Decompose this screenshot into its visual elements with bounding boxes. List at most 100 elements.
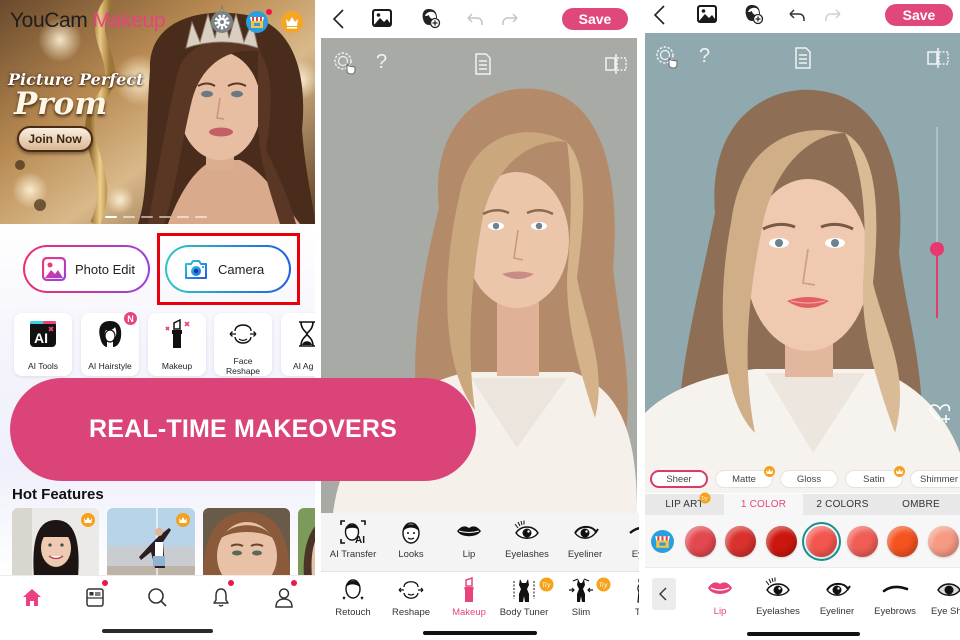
retouch-icon	[339, 577, 367, 603]
gallery-image-icon[interactable]	[371, 7, 393, 29]
bell-notification-dot	[228, 580, 234, 586]
tool-label: Eyelashes	[505, 549, 549, 560]
profile-icon[interactable]	[273, 586, 295, 608]
join-now-button[interactable]: Join Now	[17, 126, 93, 152]
save-button[interactable]: Save	[885, 4, 953, 26]
premium-crown-icon[interactable]	[281, 11, 303, 33]
tool-lip[interactable]: Lip	[440, 519, 498, 560]
undo-icon[interactable]	[785, 4, 807, 26]
tool-eyeliner[interactable]: Eyeliner	[808, 576, 866, 617]
tab-2-colors[interactable]: 2 COLORS	[803, 494, 882, 515]
home-indicator[interactable]	[747, 632, 860, 636]
news-icon[interactable]	[84, 586, 106, 608]
tool-eye-shadow-partial[interactable]: Eye Sha	[920, 576, 960, 617]
gallery-image-icon[interactable]	[696, 3, 718, 25]
tool-eyebrows[interactable]: Eyebrows	[866, 576, 924, 617]
compare-icon[interactable]	[926, 46, 950, 70]
category-row: Retouch Reshape Makeup Body Tuner Try Sl…	[321, 573, 639, 625]
feature-tile-face-reshape[interactable]: Face Reshape	[214, 313, 272, 376]
back-chevron-icon[interactable]	[328, 8, 350, 30]
editing-photo[interactable]: ?	[645, 33, 960, 493]
add-face-icon[interactable]	[742, 3, 764, 25]
add-face-icon[interactable]	[419, 7, 441, 29]
carousel-indicator[interactable]	[123, 216, 135, 218]
tool-eyebrows-partial[interactable]: Eyel	[612, 519, 639, 560]
tool-looks[interactable]: Looks	[382, 519, 440, 560]
lip-swatch[interactable]	[846, 526, 878, 557]
search-icon[interactable]	[146, 586, 168, 608]
favorite-add-heart-icon[interactable]	[928, 401, 952, 425]
save-button[interactable]: Save	[562, 8, 628, 30]
feature-label: Makeup	[161, 361, 193, 371]
lip-swatch[interactable]	[801, 522, 841, 561]
undo-icon[interactable]	[463, 8, 485, 30]
tool-label: Lip	[713, 606, 727, 617]
finish-chip-gloss[interactable]: Gloss	[780, 470, 838, 488]
intensity-slider-fill	[936, 249, 938, 318]
document-icon[interactable]	[791, 46, 815, 70]
carousel-indicator[interactable]	[105, 216, 117, 218]
home-icon[interactable]	[21, 586, 43, 608]
store-notification-dot	[266, 9, 272, 15]
tab-lip-art[interactable]: LIP ART	[645, 494, 724, 515]
chip-label: Shimmer	[919, 473, 958, 485]
redo-icon[interactable]	[500, 8, 522, 30]
color-store-icon[interactable]	[651, 530, 674, 553]
lip-swatch[interactable]	[724, 526, 756, 557]
home-indicator[interactable]	[423, 631, 537, 635]
editor-top-bar: Save	[645, 0, 960, 33]
tool-eyeliner[interactable]: Eyeliner	[556, 519, 614, 560]
feature-tile-ai-tools[interactable]: AI AI Tools	[14, 313, 72, 376]
category-tall-partial[interactable]: Tal	[612, 577, 639, 618]
camera-highlight-box	[157, 233, 300, 305]
lip-swatch[interactable]	[765, 526, 797, 557]
feature-tile-makeup[interactable]: Makeup	[148, 313, 206, 376]
lip-swatch[interactable]	[684, 526, 716, 557]
tool-lip[interactable]: Lip	[691, 576, 749, 617]
bell-icon[interactable]	[210, 586, 232, 608]
intensity-slider[interactable]	[930, 127, 944, 318]
help-question-icon[interactable]: ?	[376, 51, 387, 74]
carousel-indicator[interactable]	[141, 216, 153, 218]
category-reshape[interactable]: Reshape	[382, 577, 440, 618]
compare-icon[interactable]	[604, 52, 628, 76]
carousel-indicator[interactable]	[159, 216, 171, 218]
category-makeup[interactable]: Makeup	[440, 577, 498, 618]
hot-feature-card[interactable]	[298, 508, 315, 578]
back-chevron-icon[interactable]	[649, 4, 671, 26]
face-touch-icon[interactable]	[333, 51, 357, 75]
home-indicator[interactable]	[102, 629, 213, 633]
tool-ai-transfer[interactable]: AI AI Transfer	[324, 519, 382, 560]
hot-feature-card[interactable]	[203, 508, 290, 578]
face-touch-icon[interactable]	[655, 45, 679, 69]
carousel-indicator[interactable]	[177, 216, 189, 218]
photo-edit-button[interactable]: Photo Edit	[23, 245, 150, 293]
tool-label: Eyeliner	[567, 549, 603, 560]
chip-label: Sheer	[666, 473, 692, 485]
tool-eyelashes[interactable]: Eyelashes	[749, 576, 807, 617]
finish-chip-shimmer[interactable]: Shimmer	[910, 470, 960, 488]
category-label: Slim	[571, 607, 591, 618]
store-icon[interactable]	[246, 11, 268, 33]
lip-swatch[interactable]	[927, 526, 959, 557]
promo-title: Prom	[14, 86, 108, 122]
photo-editor-screen: Save ? AI AI Transfer Looks Lip Eyelashe…	[321, 0, 639, 640]
svg-text:AI: AI	[355, 535, 365, 545]
tool-eyelashes[interactable]: Eyelashes	[498, 519, 556, 560]
help-question-icon[interactable]: ?	[699, 45, 710, 68]
redo-icon[interactable]	[823, 4, 845, 26]
tab-ombre[interactable]: OMBRE	[882, 494, 960, 515]
finish-chip-sheer[interactable]: Sheer	[650, 470, 708, 488]
hourglass-icon	[293, 319, 315, 349]
lip-swatch[interactable]	[886, 526, 918, 557]
feature-tile-ai-aging[interactable]: AI Ag	[281, 313, 315, 376]
tab-1-color[interactable]: 1 COLOR	[724, 494, 803, 515]
settings-gear-icon[interactable]	[211, 11, 233, 33]
carousel-indicator[interactable]	[195, 216, 207, 218]
tools-back-button[interactable]	[652, 578, 676, 610]
pink-lipstick-icon	[455, 577, 483, 603]
chip-label: Satin	[863, 473, 885, 485]
category-retouch[interactable]: Retouch	[324, 577, 382, 618]
category-label: Makeup	[452, 607, 486, 618]
document-icon[interactable]	[471, 52, 495, 76]
